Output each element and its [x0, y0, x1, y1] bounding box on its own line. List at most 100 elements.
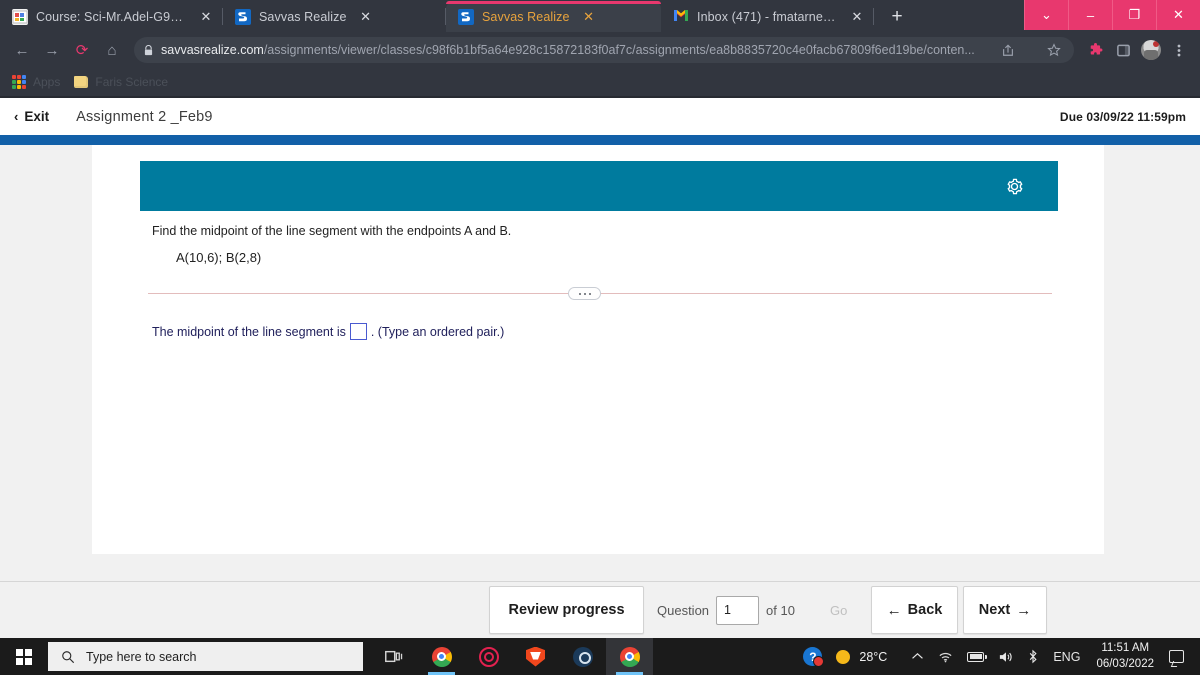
question-total-label: of 10 — [766, 602, 795, 618]
screen: Course: Sci-Mr.Adel-G9BD ✕ Savvas Realiz… — [0, 0, 1200, 675]
home-icon[interactable]: ⌂ — [98, 36, 126, 64]
clock-date: 06/03/2022 — [1096, 657, 1154, 670]
address-bar[interactable]: savvasrealize.com/assignments/viewer/cla… — [134, 37, 1074, 63]
exit-button[interactable]: ‹ Exit — [14, 109, 49, 124]
windows-start-icon[interactable] — [0, 638, 48, 675]
tab-close-icon[interactable]: ✕ — [578, 6, 600, 28]
minimize-button[interactable]: – — [1068, 0, 1112, 30]
extensions-puzzle-icon[interactable] — [1082, 37, 1108, 63]
chrome-logo-active — [619, 646, 640, 667]
next-label: Next — [978, 602, 1011, 618]
speaker-icon[interactable] — [991, 638, 1020, 675]
savvas-icon — [458, 8, 474, 25]
navigation-bar: ← → ⟳ ⌂ savvasrealize.com/assignments/vi… — [0, 32, 1200, 68]
opera-logo — [478, 646, 499, 667]
wifi-icon[interactable] — [931, 638, 960, 675]
help-icon: ? — [803, 647, 825, 667]
windows-taskbar: Type here to search ? 28°C ENG 11:51 AM … — [0, 638, 1200, 675]
battery-icon[interactable] — [960, 638, 991, 675]
lock-icon — [144, 44, 153, 56]
answer-prefix: The midpoint of the line segment is — [152, 324, 346, 339]
tab-title: Inbox (471) - fmatarneh2018@gm — [697, 9, 838, 24]
question-navigator: Question 1 of 10 Go — [651, 586, 861, 634]
tab-strip: Course: Sci-Mr.Adel-G9BD ✕ Savvas Realiz… — [0, 0, 1200, 32]
brave-logo — [526, 646, 545, 667]
browser-tab-course[interactable]: Course: Sci-Mr.Adel-G9BD ✕ — [0, 1, 223, 32]
task-view-icon[interactable] — [371, 638, 418, 675]
chrome-icon[interactable] — [418, 638, 465, 675]
savvas-icon — [235, 8, 251, 25]
tab-close-icon[interactable]: ✕ — [355, 6, 377, 28]
question-number-input[interactable]: 1 — [716, 595, 760, 625]
question-label: Question — [657, 602, 710, 618]
maximize-button[interactable]: ❐ — [1112, 0, 1156, 30]
tab-title: Course: Sci-Mr.Adel-G9BD — [36, 9, 187, 24]
gear-icon[interactable] — [1005, 177, 1024, 196]
notification-icon[interactable] — [1163, 638, 1194, 675]
page-title: Assignment 2 _Feb9 — [76, 108, 213, 125]
chrome-active-icon[interactable] — [606, 638, 653, 675]
bookmarks-bar: Apps Faris Science — [0, 68, 1200, 98]
course-icon — [12, 8, 28, 25]
chevron-up-icon[interactable] — [904, 638, 931, 675]
bookmark-label: Apps — [33, 75, 61, 89]
bookmark-apps[interactable]: Apps — [12, 75, 60, 89]
due-date-label: Due 03/09/22 11:59pm — [1059, 109, 1186, 124]
reload-icon[interactable]: ⟳ — [68, 36, 96, 64]
battery-indicator — [967, 651, 988, 662]
tab-close-icon[interactable]: ✕ — [846, 6, 868, 28]
apps-grid-icon — [12, 75, 26, 89]
back-arrow-icon[interactable]: ← — [8, 36, 36, 64]
action-center-indicator — [1169, 650, 1184, 663]
steam-logo — [572, 646, 593, 667]
taskbar-pinned-apps — [371, 638, 653, 675]
weather-widget[interactable]: 28°C — [829, 638, 904, 675]
back-button[interactable]: ← Back — [871, 586, 958, 634]
share-icon[interactable] — [998, 43, 1018, 57]
search-placeholder: Type here to search — [86, 649, 197, 664]
star-icon[interactable] — [1042, 43, 1064, 57]
help-badge-icon[interactable]: ? — [796, 638, 829, 675]
chevron-left-icon: ‹ — [14, 109, 19, 124]
clock[interactable]: 11:51 AM 06/03/2022 — [1087, 638, 1163, 675]
opera-icon[interactable] — [465, 638, 512, 675]
question-banner — [140, 161, 1058, 211]
profile-avatar[interactable] — [1138, 37, 1164, 63]
search-input[interactable]: Type here to search — [48, 642, 363, 671]
next-button[interactable]: Next → — [963, 586, 1047, 634]
clock-time: 11:51 AM — [1101, 641, 1150, 654]
bookmark-label: Faris Science — [95, 75, 169, 89]
tab-title: Savvas Realize — [259, 9, 347, 24]
question-prompt: Find the midpoint of the line segment wi… — [152, 224, 512, 238]
language-indicator[interactable]: ENG — [1046, 638, 1087, 675]
assignment-header: ‹ Exit Assignment 2 _Feb9 Due 03/09/22 1… — [0, 98, 1200, 135]
folder-icon — [74, 76, 89, 88]
steam-icon[interactable] — [559, 638, 606, 675]
bluetooth-icon[interactable] — [1020, 638, 1046, 675]
url-path: /assignments/viewer/classes/c98f6b1bf5a6… — [263, 43, 975, 57]
browser-tab-gmail[interactable]: Inbox (471) - fmatarneh2018@gm ✕ — [661, 1, 874, 32]
ellipsis-icon[interactable] — [568, 287, 601, 300]
gmail-icon — [673, 9, 689, 25]
browser-tab-savvas-1[interactable]: Savvas Realize ✕ — [223, 1, 446, 32]
brave-icon[interactable] — [512, 638, 559, 675]
browser-tab-savvas-2-active[interactable]: Savvas Realize ✕ — [446, 1, 661, 32]
close-window-button[interactable]: ✕ — [1156, 0, 1200, 30]
chrome-menu-icon[interactable] — [1166, 37, 1192, 63]
question-given-points: A(10,6); B(2,8) — [176, 250, 262, 265]
go-button[interactable]: Go — [830, 603, 847, 618]
windows-logo — [16, 648, 32, 665]
side-panel-icon[interactable] — [1110, 37, 1136, 63]
back-label: Back — [907, 602, 943, 618]
new-tab-button[interactable]: + — [882, 2, 912, 32]
answer-hint: . (Type an ordered pair.) — [370, 324, 505, 339]
answer-input[interactable] — [349, 323, 367, 340]
system-tray: ? 28°C ENG 11:51 AM 06/03/2022 — [796, 638, 1200, 675]
minimize-to-tray-button[interactable]: ⌄ — [1024, 0, 1068, 30]
forward-arrow-icon[interactable]: → — [38, 36, 66, 64]
review-progress-button[interactable]: Review progress — [489, 586, 644, 634]
tab-close-icon[interactable]: ✕ — [195, 6, 217, 28]
bookmark-faris-science[interactable]: Faris Science — [74, 75, 168, 89]
arrow-right-icon: → — [1016, 601, 1032, 619]
header-accent-bar — [0, 135, 1200, 147]
